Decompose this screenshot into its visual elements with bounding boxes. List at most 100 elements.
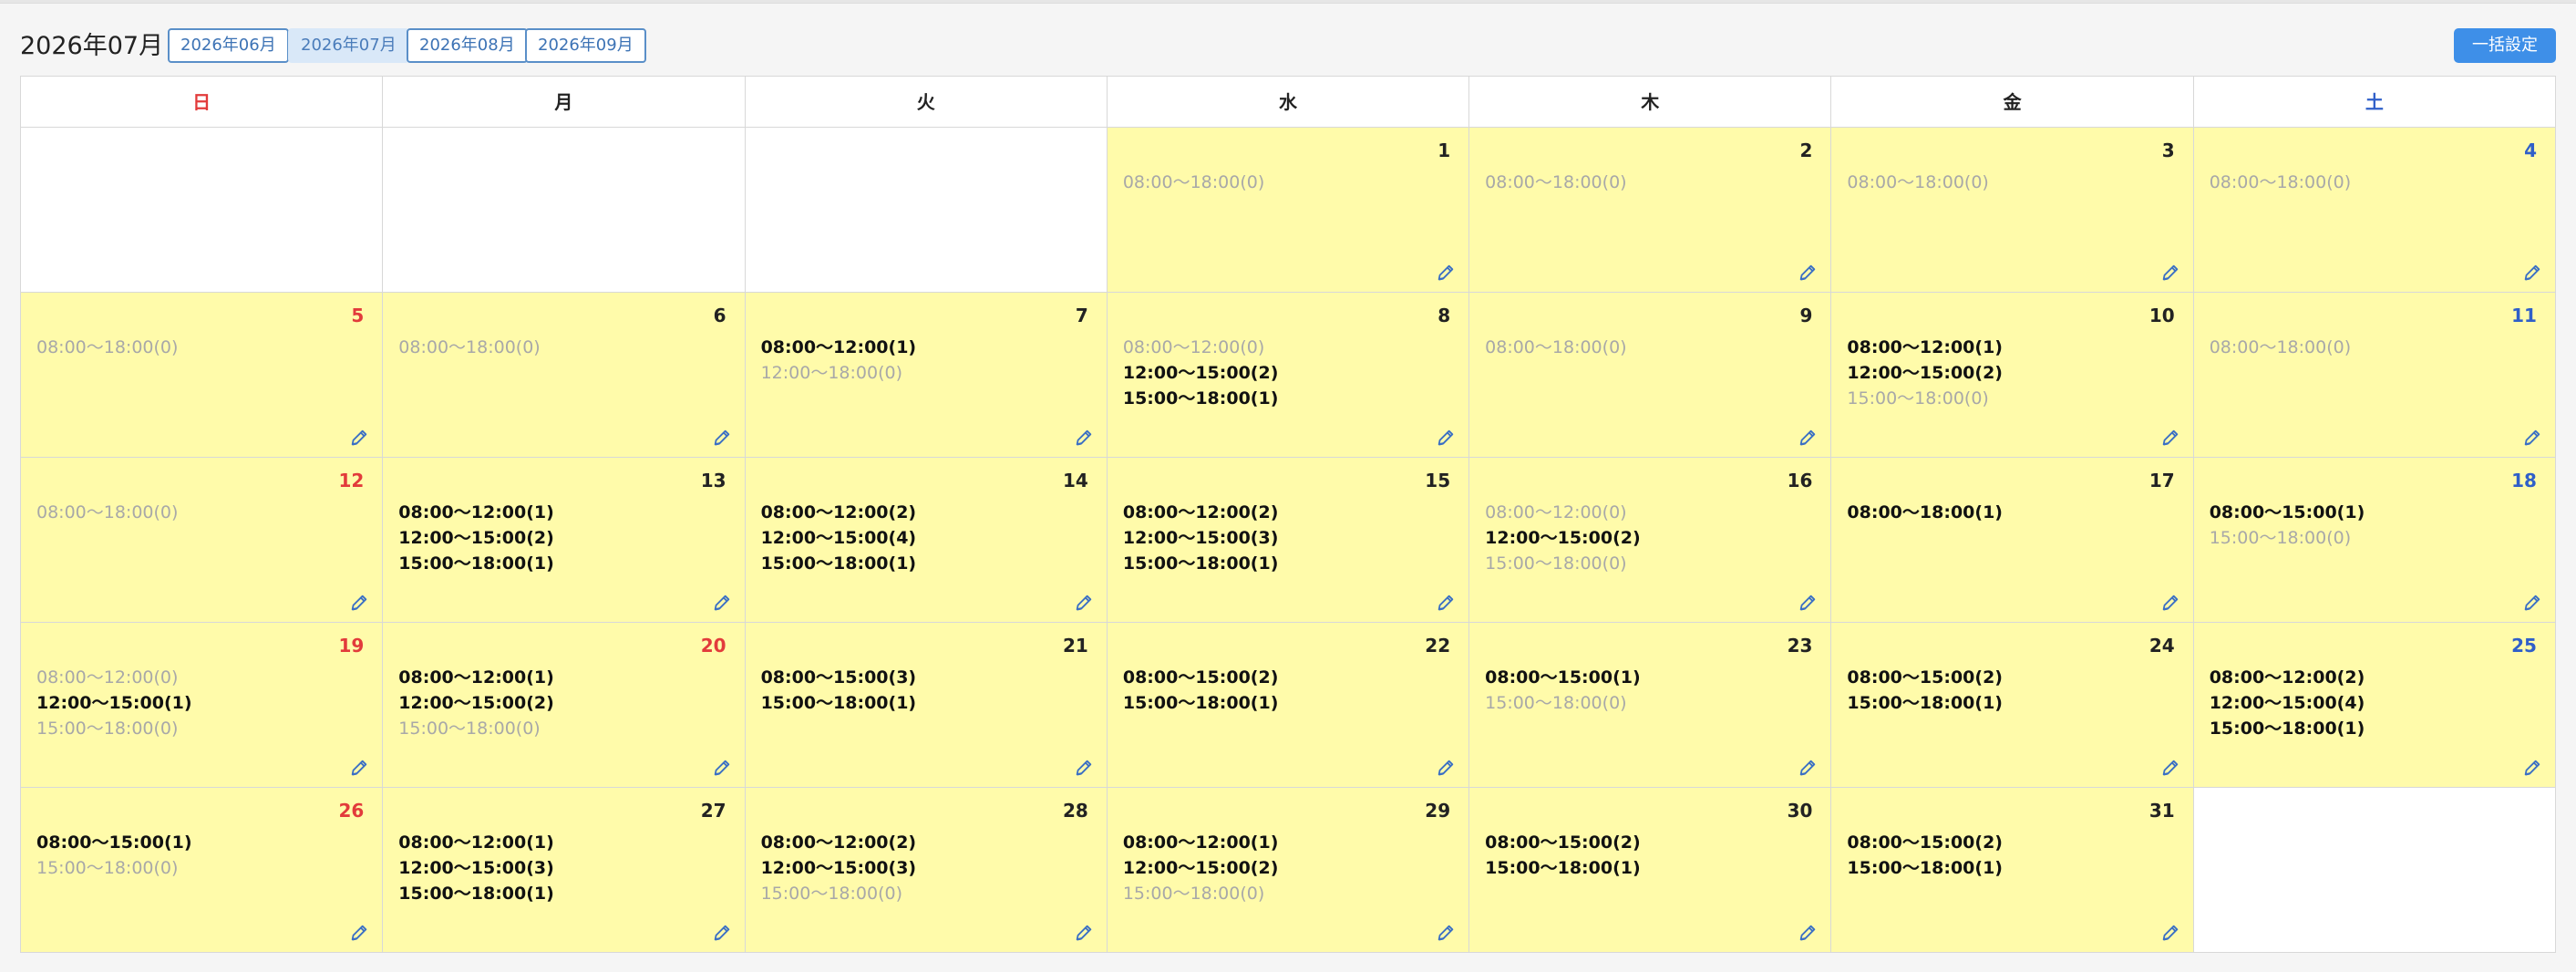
time-slot-list: 08:00〜12:00(2) 12:00〜15:00(4) 15:00〜18:00(… — [2210, 665, 2365, 741]
calendar-day-7[interactable]: 7 08:00〜12:00(1) 12:00〜18:00(0) — [745, 293, 1108, 458]
time-slot: 15:00〜18:00(1) — [1122, 388, 1279, 408]
calendar-day-9[interactable]: 9 08:00〜18:00(0) — [1469, 293, 1832, 458]
pencil-icon[interactable] — [2160, 758, 2180, 778]
calendar-day-23[interactable]: 23 08:00〜15:00(1) 15:00〜18:00(0) — [1469, 623, 1832, 788]
time-slot: 12:00〜15:00(4) — [2209, 693, 2365, 713]
calendar-day-3[interactable]: 3 08:00〜18:00(0) — [1831, 128, 2194, 293]
time-slot: 08:00〜12:00(0) — [1122, 337, 1265, 357]
day-number: 11 — [2511, 305, 2537, 326]
pencil-icon[interactable] — [349, 758, 369, 778]
time-slot-list: 08:00〜18:00(0) — [1485, 335, 1626, 360]
time-slot: 12:00〜15:00(3) — [760, 858, 917, 878]
pencil-icon[interactable] — [1074, 923, 1094, 943]
bulk-settings-button[interactable]: 一括設定 — [2454, 28, 2556, 63]
pencil-icon[interactable] — [2522, 593, 2542, 613]
month-tab-2026-07[interactable]: 2026年07月 — [288, 28, 409, 63]
pencil-icon[interactable] — [1798, 263, 1818, 283]
pencil-icon[interactable] — [349, 593, 369, 613]
calendar-day-6[interactable]: 6 08:00〜18:00(0) — [383, 293, 746, 458]
time-slot-list: 08:00〜12:00(2) 12:00〜15:00(4) 15:00〜18:00(… — [761, 500, 917, 576]
calendar-day-1[interactable]: 1 08:00〜18:00(0) — [1107, 128, 1470, 293]
pencil-icon[interactable] — [2522, 263, 2542, 283]
time-slot: 15:00〜18:00(0) — [760, 884, 902, 904]
day-number: 21 — [1063, 635, 1088, 657]
day-number: 30 — [1787, 800, 1813, 822]
calendar-day-31[interactable]: 31 08:00〜15:00(2) 15:00〜18:00(1) — [1831, 788, 2194, 953]
calendar-day-16[interactable]: 16 08:00〜12:00(0) 12:00〜15:00(2) 15:00〜18:0… — [1469, 458, 1832, 623]
calendar-day-27[interactable]: 27 08:00〜12:00(1) 12:00〜15:00(3) 15:00〜18:0… — [383, 788, 746, 953]
weekday-header-sat: 土 — [2193, 77, 2556, 128]
pencil-icon[interactable] — [2522, 428, 2542, 448]
calendar-day-8[interactable]: 8 08:00〜12:00(0) 12:00〜15:00(2) 15:00〜18:00… — [1107, 293, 1470, 458]
calendar-day-12[interactable]: 12 08:00〜18:00(0) — [21, 458, 384, 623]
calendar-day-29[interactable]: 29 08:00〜12:00(1) 12:00〜15:00(2) 15:00〜18:0… — [1107, 788, 1470, 953]
calendar-day-21[interactable]: 21 08:00〜15:00(3) 15:00〜18:00(1) — [745, 623, 1108, 788]
pencil-icon[interactable] — [1798, 923, 1818, 943]
time-slot: 08:00〜12:00(1) — [398, 502, 554, 522]
calendar-day-17[interactable]: 17 08:00〜18:00(1) — [1831, 458, 2194, 623]
time-slot: 15:00〜18:00(0) — [1485, 553, 1627, 574]
pencil-icon[interactable] — [1074, 428, 1094, 448]
calendar-cell-empty — [2193, 788, 2556, 953]
time-slot-list: 08:00〜12:00(1) 12:00〜15:00(2) 15:00〜18:00(… — [398, 665, 554, 741]
pencil-icon[interactable] — [349, 428, 369, 448]
calendar-day-13[interactable]: 13 08:00〜12:00(1) 12:00〜15:00(2) 15:00〜18:0… — [383, 458, 746, 623]
time-slot: 12:00〜15:00(2) — [1122, 858, 1279, 878]
day-number: 20 — [700, 635, 726, 657]
pencil-icon[interactable] — [1074, 593, 1094, 613]
calendar-day-30[interactable]: 30 08:00〜15:00(2) 15:00〜18:00(1) — [1469, 788, 1832, 953]
day-number: 6 — [713, 305, 726, 326]
time-slot: 12:00〜15:00(1) — [36, 693, 192, 713]
pencil-icon[interactable] — [1436, 263, 1456, 283]
time-slot: 15:00〜18:00(1) — [1847, 693, 2003, 713]
pencil-icon[interactable] — [1436, 923, 1456, 943]
pencil-icon[interactable] — [2160, 593, 2180, 613]
pencil-icon[interactable] — [2160, 428, 2180, 448]
calendar-day-19[interactable]: 19 08:00〜12:00(0) 12:00〜15:00(1) 15:00〜18:0… — [21, 623, 384, 788]
month-tab-2026-09[interactable]: 2026年09月 — [525, 28, 646, 63]
day-number: 17 — [2148, 470, 2175, 491]
pencil-icon[interactable] — [1436, 593, 1456, 613]
calendar-day-18[interactable]: 18 08:00〜15:00(1) 15:00〜18:00(0) — [2193, 458, 2556, 623]
day-number: 7 — [1075, 305, 1088, 326]
time-slot-list: 08:00〜12:00(1) 12:00〜15:00(2) 15:00〜18:00(… — [1847, 335, 2003, 411]
pencil-icon[interactable] — [1436, 428, 1456, 448]
calendar-day-22[interactable]: 22 08:00〜15:00(2) 15:00〜18:00(1) — [1107, 623, 1470, 788]
time-slot: 15:00〜18:00(0) — [36, 719, 179, 739]
calendar-day-2[interactable]: 2 08:00〜18:00(0) — [1469, 128, 1832, 293]
calendar-day-14[interactable]: 14 08:00〜12:00(2) 12:00〜15:00(4) 15:00〜18:0… — [745, 458, 1108, 623]
pencil-icon[interactable] — [349, 923, 369, 943]
pencil-icon[interactable] — [2160, 263, 2180, 283]
day-number: 19 — [338, 635, 365, 657]
pencil-icon[interactable] — [1436, 758, 1456, 778]
time-slot: 08:00〜12:00(1) — [398, 667, 554, 688]
pencil-icon[interactable] — [1798, 428, 1818, 448]
pencil-icon[interactable] — [1798, 593, 1818, 613]
calendar-day-25[interactable]: 25 08:00〜12:00(2) 12:00〜15:00(4) 15:00〜18:0… — [2193, 623, 2556, 788]
pencil-icon[interactable] — [1074, 758, 1094, 778]
pencil-icon[interactable] — [2160, 923, 2180, 943]
weekday-header-mon: 月 — [383, 77, 746, 128]
time-slot: 12:00〜15:00(2) — [1485, 528, 1641, 548]
calendar-day-4[interactable]: 4 08:00〜18:00(0) — [2193, 128, 2556, 293]
calendar-day-15[interactable]: 15 08:00〜12:00(2) 12:00〜15:00(3) 15:00〜18:0… — [1107, 458, 1470, 623]
calendar-day-5[interactable]: 5 08:00〜18:00(0) — [21, 293, 384, 458]
pencil-icon[interactable] — [712, 593, 732, 613]
pencil-icon[interactable] — [712, 428, 732, 448]
calendar-day-26[interactable]: 26 08:00〜15:00(1) 15:00〜18:00(0) — [21, 788, 384, 953]
calendar-day-20[interactable]: 20 08:00〜12:00(1) 12:00〜15:00(2) 15:00〜18:0… — [383, 623, 746, 788]
calendar-day-10[interactable]: 10 08:00〜12:00(1) 12:00〜15:00(2) 15:00〜18:0… — [1831, 293, 2194, 458]
calendar-day-11[interactable]: 11 08:00〜18:00(0) — [2193, 293, 2556, 458]
pencil-icon[interactable] — [712, 758, 732, 778]
time-slot: 15:00〜18:00(1) — [398, 553, 554, 574]
month-tab-2026-08[interactable]: 2026年08月 — [407, 28, 528, 63]
time-slot: 08:00〜12:00(2) — [2209, 667, 2365, 688]
calendar-day-24[interactable]: 24 08:00〜15:00(2) 15:00〜18:00(1) — [1831, 623, 2194, 788]
month-tab-2026-06[interactable]: 2026年06月 — [168, 28, 289, 63]
time-slot: 08:00〜18:00(0) — [1122, 172, 1265, 192]
pencil-icon[interactable] — [1798, 758, 1818, 778]
time-slot: 08:00〜18:00(0) — [1847, 172, 1989, 192]
calendar-day-28[interactable]: 28 08:00〜12:00(2) 12:00〜15:00(3) 15:00〜18:0… — [745, 788, 1108, 953]
pencil-icon[interactable] — [2522, 758, 2542, 778]
pencil-icon[interactable] — [712, 923, 732, 943]
